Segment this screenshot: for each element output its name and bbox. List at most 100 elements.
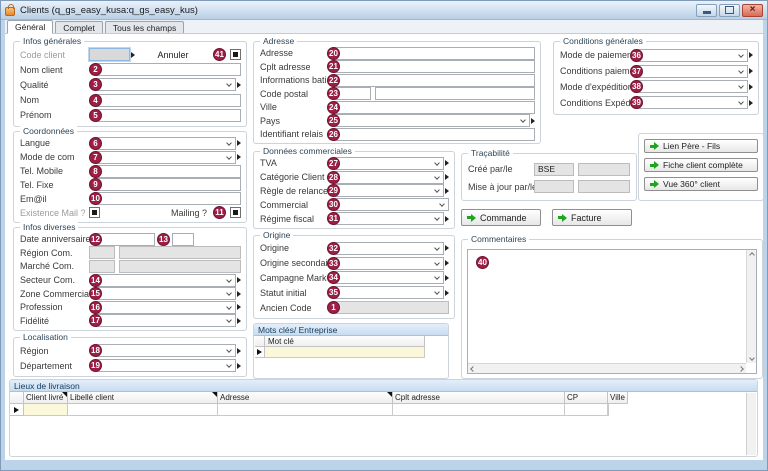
field-marker-icon (749, 100, 753, 106)
text-input[interactable] (333, 101, 535, 114)
lieux-livraison-group: Lieux de livraison Client livréLibellé c… (9, 379, 758, 457)
dropdown[interactable] (95, 274, 236, 287)
text-input[interactable] (333, 74, 535, 87)
button-label: Fiche client complète (663, 160, 743, 170)
field-label: Mode de com (20, 152, 89, 162)
tab-tous-les-champs[interactable]: Tous les champs (105, 21, 184, 33)
dropdown[interactable] (95, 151, 236, 164)
field-marker-icon (531, 118, 535, 124)
table-cell[interactable] (24, 404, 68, 416)
dropdown[interactable] (333, 157, 444, 170)
tab-complet[interactable]: Complet (55, 21, 103, 33)
checkbox[interactable] (230, 49, 241, 60)
checkbox[interactable] (230, 207, 241, 218)
fiche-client-complete-button[interactable]: Fiche client complète (644, 158, 758, 172)
dropdown[interactable] (636, 80, 748, 93)
dropdown[interactable] (333, 184, 444, 197)
table-cell[interactable] (608, 404, 609, 416)
code-client-input[interactable] (89, 48, 130, 61)
form-row: Règle de relance29 (260, 184, 449, 197)
chevron-down-icon (434, 260, 440, 266)
form-row: Mode de paiement36 (560, 49, 753, 62)
text-input[interactable] (95, 178, 241, 191)
field-marker-icon (237, 318, 241, 324)
text-input[interactable] (95, 165, 241, 178)
facture-button[interactable]: Facture (552, 209, 632, 226)
text-input[interactable] (95, 63, 241, 76)
annuler-button[interactable]: Annuler (157, 50, 188, 60)
chevron-down-icon (226, 154, 232, 160)
column-header[interactable]: CP (565, 392, 608, 404)
table-cell[interactable] (218, 404, 393, 416)
dropdown[interactable] (636, 65, 748, 78)
text-input[interactable] (375, 87, 535, 100)
table-cell[interactable] (265, 347, 425, 358)
dropdown[interactable] (95, 344, 236, 357)
column-header[interactable]: Adresse (218, 392, 393, 404)
form-row: Origine32 (260, 242, 449, 255)
field-label: Nom client (20, 65, 89, 75)
date-input-small[interactable] (172, 233, 194, 246)
dropdown[interactable] (333, 114, 530, 127)
dropdown[interactable] (333, 212, 444, 225)
text-input[interactable] (95, 192, 241, 205)
dropdown[interactable] (333, 257, 444, 270)
dropdown[interactable] (95, 359, 236, 372)
table-cell[interactable] (68, 404, 218, 416)
lien-pere-fils-button[interactable]: Lien Père - Fils (644, 139, 758, 153)
dropdown[interactable] (333, 286, 444, 299)
field-label: Prénom (20, 110, 89, 120)
dropdown[interactable] (333, 171, 444, 184)
dropdown[interactable] (95, 137, 236, 150)
minimize-button[interactable] (696, 4, 717, 17)
form-row: TVA27 (260, 157, 449, 170)
column-header[interactable]: Cplt adresse (393, 392, 565, 404)
text-input[interactable] (333, 128, 535, 141)
vue-360-client-button[interactable]: Vue 360° client (644, 177, 758, 191)
text-input[interactable] (333, 60, 535, 73)
vertical-scrollbar[interactable] (746, 250, 756, 363)
maximize-button[interactable] (719, 4, 740, 17)
horizontal-scrollbar[interactable] (468, 363, 746, 373)
text-input[interactable] (95, 94, 241, 107)
group-title: Origine (260, 230, 293, 240)
commande-button[interactable]: Commande (461, 209, 541, 226)
checkbox[interactable] (89, 207, 100, 218)
green-arrow-icon (650, 161, 659, 169)
tab-general[interactable]: Général (7, 20, 53, 34)
step-badge: 18 (89, 344, 102, 357)
form-row: Em@il10 (20, 192, 241, 205)
field-marker-icon (445, 290, 449, 296)
dropdown[interactable] (636, 49, 748, 62)
table-cell[interactable] (393, 404, 565, 416)
dropdown[interactable] (95, 287, 236, 300)
column-header[interactable]: Ville (608, 392, 628, 404)
column-header[interactable]: Client livré (24, 392, 68, 404)
table-cell[interactable] (565, 404, 608, 416)
column-header[interactable]: Mot clé (265, 336, 425, 347)
text-input[interactable] (333, 47, 535, 60)
date-input[interactable] (95, 233, 155, 246)
dropdown[interactable] (95, 314, 236, 327)
dropdown[interactable] (333, 198, 449, 211)
field-label: Département (20, 361, 89, 371)
dropdown[interactable] (333, 242, 444, 255)
field-marker-icon (749, 68, 753, 74)
text-input[interactable] (95, 109, 241, 122)
commentaires-group: Commentaires 40 (461, 239, 763, 379)
dropdown[interactable] (95, 301, 236, 314)
comments-textarea[interactable]: 40 (467, 249, 757, 374)
table-vertical-scrollbar[interactable] (746, 393, 756, 455)
tracabilite-group: Traçabilité Créé par/leBSEMise à jour pa… (461, 153, 637, 201)
field-marker-icon (445, 188, 449, 194)
text-input-disabled (89, 246, 115, 259)
form-row: Adresse20 (260, 47, 535, 60)
column-header[interactable]: Libellé client (68, 392, 218, 404)
close-button[interactable] (742, 4, 763, 17)
form-row: Existence Mail ?Mailing ?11 (20, 206, 241, 219)
dropdown[interactable] (95, 78, 236, 91)
title-bar[interactable]: Clients (q_gs_easy_kusa:q_gs_easy_kus) (1, 1, 767, 20)
dropdown[interactable] (333, 271, 444, 284)
dropdown[interactable] (636, 96, 748, 109)
field-label: Code client (20, 50, 89, 60)
